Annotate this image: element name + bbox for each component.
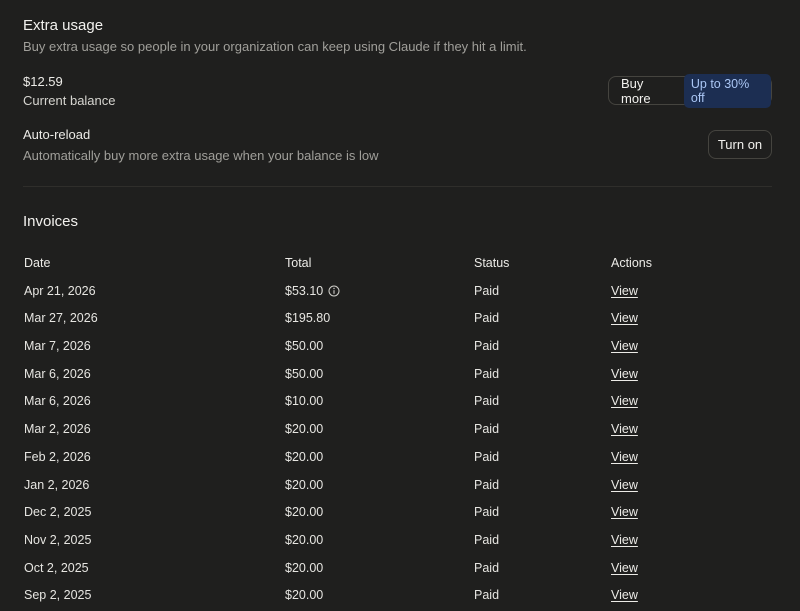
invoice-total: $53.10: [285, 283, 324, 298]
invoice-total-cell: $10.00: [285, 394, 323, 408]
column-header-actions: Actions: [611, 256, 652, 270]
invoice-rows: Apr 21, 2026 $53.10 Paid View Mar 27, 2026 $1…: [24, 282, 774, 611]
invoice-status: Paid: [474, 560, 500, 575]
table-row: Sep 2, 2025 $20.00 Paid View: [24, 586, 774, 611]
invoice-date: Dec 2, 2025: [24, 505, 92, 520]
invoice-total: $20.00: [285, 560, 324, 575]
invoice-date: Sep 2, 2025: [24, 588, 92, 603]
invoice-date: Mar 2, 2026: [24, 422, 91, 437]
turn-on-button[interactable]: Turn on: [708, 130, 772, 159]
invoice-status: Paid: [474, 477, 500, 492]
table-row: Mar 7, 2026 $50.00 Paid View: [24, 337, 774, 365]
discount-badge: Up to 30% off: [683, 73, 771, 108]
invoice-date: Mar 27, 2026: [24, 311, 98, 326]
extra-usage-description: Buy extra usage so people in your organi…: [23, 39, 527, 54]
invoice-status: Paid: [474, 505, 500, 520]
balance-amount: $12.59: [23, 74, 63, 89]
table-row: Dec 2, 2025 $20.00 Paid View: [24, 503, 774, 531]
invoice-status: Paid: [474, 339, 500, 354]
view-invoice-link[interactable]: View: [611, 339, 638, 353]
section-divider: [23, 186, 772, 187]
invoice-date: Feb 2, 2026: [24, 449, 91, 464]
view-invoice-link[interactable]: View: [611, 311, 638, 325]
invoices-title: Invoices: [23, 213, 79, 230]
view-invoice-link[interactable]: View: [611, 588, 638, 602]
table-row: Apr 21, 2026 $53.10 Paid View: [24, 282, 774, 310]
invoice-status: Paid: [474, 283, 500, 298]
invoice-total: $10.00: [285, 394, 324, 409]
invoice-date: Mar 7, 2026: [24, 339, 91, 354]
invoice-status: Paid: [474, 394, 500, 409]
invoice-date: Nov 2, 2025: [24, 532, 92, 547]
view-invoice-link[interactable]: View: [611, 450, 638, 464]
invoice-total-cell: $50.00: [285, 367, 323, 381]
invoice-total: $20.00: [285, 588, 324, 603]
table-row: Nov 2, 2025 $20.00 Paid View: [24, 531, 774, 559]
table-row: Mar 27, 2026 $195.80 Paid View: [24, 309, 774, 337]
auto-reload-title: Auto-reload: [23, 127, 91, 142]
invoice-total-cell: $20.00: [285, 561, 323, 575]
invoice-date: Apr 21, 2026: [24, 283, 96, 298]
invoice-total-cell: $20.00: [285, 450, 323, 464]
view-invoice-link[interactable]: View: [611, 422, 638, 436]
view-invoice-link[interactable]: View: [611, 367, 638, 381]
invoice-status: Paid: [474, 532, 500, 547]
invoice-date: Oct 2, 2025: [24, 560, 89, 575]
table-row: Mar 2, 2026 $20.00 Paid View: [24, 420, 774, 448]
invoice-total-cell: $20.00: [285, 478, 323, 492]
table-header-row: Date Total Status Actions: [24, 254, 774, 282]
invoice-total: $50.00: [285, 366, 324, 381]
invoice-total: $195.80: [285, 311, 331, 326]
invoices-table: Date Total Status Actions Apr 21, 2026 $5…: [24, 254, 774, 611]
view-invoice-link[interactable]: View: [611, 478, 638, 492]
invoice-status: Paid: [474, 449, 500, 464]
invoice-total: $20.00: [285, 505, 324, 520]
invoice-total: $20.00: [285, 477, 324, 492]
table-row: Feb 2, 2026 $20.00 Paid View: [24, 448, 774, 476]
invoice-date: Jan 2, 2026: [24, 477, 90, 492]
buy-more-button[interactable]: Buy more Up to 30% off: [608, 73, 772, 108]
extra-usage-page: Extra usage Buy extra usage so people in…: [0, 0, 800, 611]
invoice-status: Paid: [474, 422, 500, 437]
column-header-total: Total: [285, 256, 312, 270]
view-invoice-link[interactable]: View: [611, 505, 638, 519]
invoice-date: Mar 6, 2026: [24, 394, 91, 409]
info-icon[interactable]: [328, 285, 340, 297]
column-header-date: Date: [24, 256, 51, 270]
invoice-status: Paid: [474, 588, 500, 603]
invoice-total-cell: $20.00: [285, 505, 323, 519]
buy-more-label: Buy more: [621, 75, 651, 106]
invoice-total-cell: $50.00: [285, 339, 323, 353]
invoice-total-cell: $20.00: [285, 588, 323, 602]
table-row: Mar 6, 2026 $10.00 Paid View: [24, 392, 774, 420]
auto-reload-description: Automatically buy more extra usage when …: [23, 148, 379, 163]
column-header-status: Status: [474, 256, 510, 270]
table-row: Jan 2, 2026 $20.00 Paid View: [24, 476, 774, 504]
invoice-status: Paid: [474, 311, 500, 326]
view-invoice-link[interactable]: View: [611, 284, 638, 298]
invoice-date: Mar 6, 2026: [24, 366, 91, 381]
balance-label: Current balance: [23, 93, 116, 108]
view-invoice-link[interactable]: View: [611, 533, 638, 547]
invoice-total-cell: $53.10: [285, 284, 340, 298]
view-invoice-link[interactable]: View: [611, 394, 638, 408]
view-invoice-link[interactable]: View: [611, 561, 638, 575]
extra-usage-title: Extra usage: [23, 17, 104, 34]
invoice-total-cell: $20.00: [285, 533, 323, 547]
invoice-total: $50.00: [285, 339, 324, 354]
invoice-total: $20.00: [285, 449, 324, 464]
invoice-total-cell: $195.80: [285, 311, 330, 325]
invoice-total: $20.00: [285, 532, 324, 547]
table-row: Oct 2, 2025 $20.00 Paid View: [24, 559, 774, 587]
invoice-total-cell: $20.00: [285, 422, 323, 436]
invoice-total: $20.00: [285, 422, 324, 437]
table-row: Mar 6, 2026 $50.00 Paid View: [24, 365, 774, 393]
invoice-status: Paid: [474, 366, 500, 381]
